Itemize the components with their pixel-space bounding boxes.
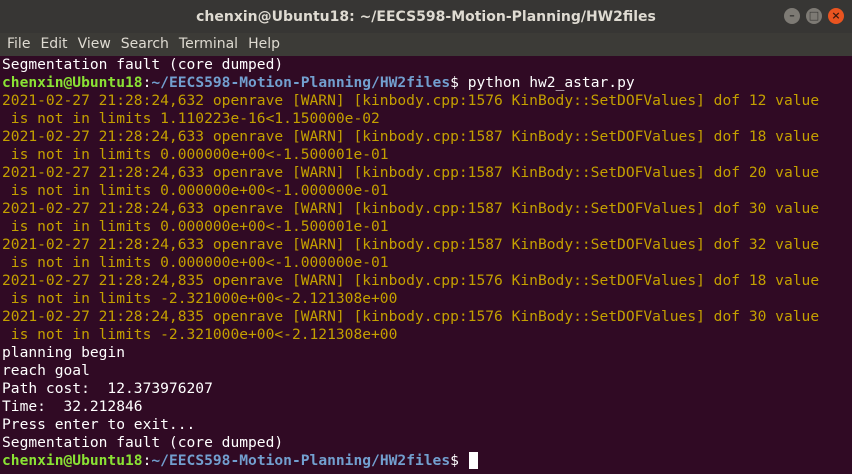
output-line: Path cost: 12.373976207 bbox=[2, 380, 213, 397]
output-line: planning begin bbox=[2, 344, 126, 361]
menu-terminal[interactable]: Terminal bbox=[174, 33, 243, 56]
window-controls: – □ × bbox=[784, 8, 844, 24]
warning-line: is not in limits 1.110223e-16<1.150000e-… bbox=[2, 110, 380, 127]
minimize-button[interactable]: – bbox=[784, 8, 800, 24]
maximize-button[interactable]: □ bbox=[806, 8, 822, 24]
prompt-path: ~/EECS598-Motion-Planning/HW2files bbox=[151, 74, 451, 91]
warning-line: is not in limits 0.000000e+00<-1.000000e… bbox=[2, 254, 389, 271]
terminal-output[interactable]: Segmentation fault (core dumped) chenxin@… bbox=[0, 56, 852, 474]
warning-line: 2021-02-27 21:28:24,633 openrave [WARN] … bbox=[2, 128, 820, 145]
menu-bar: File Edit View Search Terminal Help bbox=[0, 33, 852, 56]
prompt-user: chenxin@Ubuntu18 bbox=[2, 74, 143, 91]
menu-file[interactable]: File bbox=[2, 33, 35, 56]
window-title: chenxin@Ubuntu18: ~/EECS598-Motion-Plann… bbox=[196, 8, 656, 25]
menu-search[interactable]: Search bbox=[116, 33, 174, 56]
menu-help[interactable]: Help bbox=[243, 33, 285, 56]
menu-view[interactable]: View bbox=[73, 33, 116, 56]
warning-line: is not in limits 0.000000e+00<-1.500001e… bbox=[2, 146, 389, 163]
output-line: Segmentation fault (core dumped) bbox=[2, 434, 284, 451]
warning-line: 2021-02-27 21:28:24,633 openrave [WARN] … bbox=[2, 200, 820, 217]
prompt-line: chenxin@Ubuntu18:~/EECS598-Motion-Planni… bbox=[2, 74, 852, 92]
warning-line: is not in limits -2.321000e+00<-2.121308… bbox=[2, 290, 398, 307]
prompt-path: ~/EECS598-Motion-Planning/HW2files bbox=[151, 452, 451, 469]
warning-line: 2021-02-27 21:28:24,633 openrave [WARN] … bbox=[2, 236, 820, 253]
warning-line: 2021-02-27 21:28:24,835 openrave [WARN] … bbox=[2, 308, 820, 325]
warning-line: is not in limits 0.000000e+00<-1.000000e… bbox=[2, 182, 389, 199]
prompt-line: chenxin@Ubuntu18:~/EECS598-Motion-Planni… bbox=[2, 452, 852, 470]
prompt-sign: $ bbox=[450, 452, 459, 469]
menu-edit[interactable]: Edit bbox=[35, 33, 72, 56]
warning-line: 2021-02-27 21:28:24,633 openrave [WARN] … bbox=[2, 164, 820, 181]
output-line: Segmentation fault (core dumped) bbox=[2, 56, 284, 73]
output-line: Press enter to exit... bbox=[2, 416, 196, 433]
command-text: python hw2_astar.py bbox=[458, 74, 635, 91]
output-line: reach goal bbox=[2, 362, 90, 379]
close-button[interactable]: × bbox=[828, 8, 844, 24]
command-text bbox=[459, 452, 468, 469]
output-line: Time: 32.212846 bbox=[2, 398, 143, 415]
prompt-user: chenxin@Ubuntu18 bbox=[2, 452, 143, 469]
prompt-sign: $ bbox=[450, 74, 459, 91]
warning-line: is not in limits 0.000000e+00<-1.500001e… bbox=[2, 218, 389, 235]
terminal-window: chenxin@Ubuntu18: ~/EECS598-Motion-Plann… bbox=[0, 0, 852, 474]
warning-line: is not in limits -2.321000e+00<-2.121308… bbox=[2, 326, 398, 343]
warning-line: 2021-02-27 21:28:24,632 openrave [WARN] … bbox=[2, 92, 820, 109]
warning-line: 2021-02-27 21:28:24,835 openrave [WARN] … bbox=[2, 272, 820, 289]
title-bar[interactable]: chenxin@Ubuntu18: ~/EECS598-Motion-Plann… bbox=[0, 0, 852, 33]
text-cursor bbox=[468, 452, 478, 469]
